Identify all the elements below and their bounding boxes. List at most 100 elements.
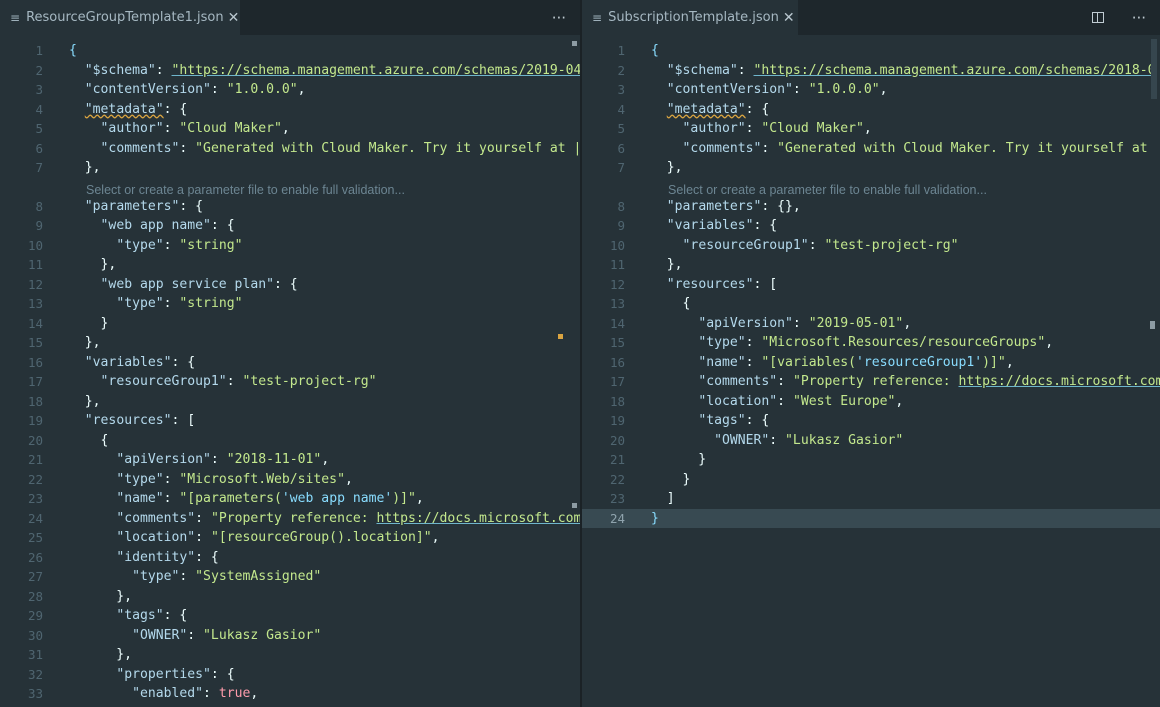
code-line[interactable]: 23 "name": "[parameters('web app name')]… bbox=[0, 489, 580, 509]
tab-label: SubscriptionTemplate.json bbox=[608, 10, 779, 25]
code-line[interactable]: 15 "type": "Microsoft.Resources/resource… bbox=[582, 333, 1160, 353]
line-number: 27 bbox=[27, 569, 43, 584]
line-number: 29 bbox=[27, 608, 43, 623]
code-line[interactable]: 1{ bbox=[582, 41, 1160, 61]
code-line[interactable]: 14 } bbox=[0, 314, 580, 334]
line-content: "comments": "Property reference: https:/… bbox=[698, 374, 1160, 389]
code-line[interactable]: 20 { bbox=[0, 431, 580, 451]
code-line[interactable]: 12 "resources": [ bbox=[582, 275, 1160, 295]
code-line[interactable]: 31 }, bbox=[0, 645, 580, 665]
code-line[interactable]: 24} bbox=[582, 508, 1160, 528]
line-content: "comments": "Property reference: https:/… bbox=[116, 510, 580, 526]
code-line[interactable]: 21 } bbox=[582, 450, 1160, 470]
code-line[interactable]: 27 "type": "SystemAssigned" bbox=[0, 567, 580, 587]
code-line[interactable]: 7 }, bbox=[0, 158, 580, 178]
code-line[interactable]: 2 "$schema": "https://schema.management.… bbox=[0, 61, 580, 81]
code-line[interactable]: 7 }, bbox=[582, 158, 1160, 178]
code-line[interactable]: 6 "comments": "Generated with Cloud Make… bbox=[0, 139, 580, 159]
line-content: "tags": { bbox=[698, 413, 770, 428]
code-line[interactable]: 18 }, bbox=[0, 392, 580, 412]
code-line[interactable]: 3 "contentVersion": "1.0.0.0", bbox=[582, 80, 1160, 100]
code-line[interactable]: 11 }, bbox=[582, 255, 1160, 275]
code-line[interactable]: 11 }, bbox=[0, 255, 580, 275]
more-actions-button[interactable]: ··· bbox=[552, 9, 566, 27]
code-line[interactable]: 1{ bbox=[0, 41, 580, 61]
validation-hint[interactable]: Select or create a parameter file to ena… bbox=[668, 181, 987, 200]
code-editor[interactable]: 1{2 "$schema": "https://schema.managemen… bbox=[0, 35, 580, 707]
code-line[interactable]: 21 "apiVersion": "2018-11-01", bbox=[0, 450, 580, 470]
code-line[interactable]: 5 "author": "Cloud Maker", bbox=[0, 119, 580, 139]
code-line[interactable]: 5 "author": "Cloud Maker", bbox=[582, 119, 1160, 139]
code-line[interactable]: 24 "comments": "Property reference: http… bbox=[0, 509, 580, 529]
split-editor-icon[interactable] bbox=[1091, 9, 1118, 27]
line-content: "type": "string" bbox=[116, 296, 243, 311]
code-line[interactable]: 4 "metadata": { bbox=[582, 100, 1160, 120]
code-line[interactable]: 29 "tags": { bbox=[0, 606, 580, 626]
line-content: } bbox=[651, 452, 707, 467]
code-line[interactable]: 19 "resources": [ bbox=[0, 411, 580, 431]
line-number: 3 bbox=[617, 82, 625, 97]
code-line[interactable]: 9 "variables": { bbox=[582, 216, 1160, 236]
overview-ruler-mark bbox=[572, 41, 577, 46]
line-number: 19 bbox=[27, 413, 43, 428]
more-actions-button[interactable]: ··· bbox=[1132, 9, 1146, 27]
line-content: "enabled": true, bbox=[132, 686, 259, 701]
overview-ruler-mark bbox=[558, 334, 563, 339]
code-line[interactable]: 16 "variables": { bbox=[0, 353, 580, 373]
code-line[interactable]: 30 "OWNER": "Lukasz Gasior" bbox=[0, 626, 580, 646]
code-line[interactable]: 13 { bbox=[582, 294, 1160, 314]
tab-resourcegrouptemplate[interactable]: ≡ ResourceGroupTemplate1.json ✕ bbox=[0, 0, 240, 35]
line-number: 8 bbox=[35, 198, 43, 214]
code-line[interactable]: 6 "comments": "Generated with Cloud Make… bbox=[582, 139, 1160, 159]
line-content: "web app name": { bbox=[100, 218, 235, 233]
line-number: 13 bbox=[609, 296, 625, 311]
line-content: "properties": { bbox=[116, 666, 235, 682]
code-line[interactable]: 16 "name": "[variables('resourceGroup1')… bbox=[582, 353, 1160, 373]
code-line[interactable]: 2 "$schema": "https://schema.management.… bbox=[582, 61, 1160, 81]
close-icon[interactable]: ✕ bbox=[228, 10, 240, 26]
code-line[interactable]: 22 "type": "Microsoft.Web/sites", bbox=[0, 470, 580, 490]
code-line[interactable]: 20 "OWNER": "Lukasz Gasior" bbox=[582, 431, 1160, 451]
scrollbar[interactable] bbox=[1146, 35, 1160, 707]
code-line[interactable]: 19 "tags": { bbox=[582, 411, 1160, 431]
line-content: } bbox=[651, 471, 691, 487]
code-line[interactable]: 17 "resourceGroup1": "test-project-rg" bbox=[0, 372, 580, 392]
line-number: 15 bbox=[27, 335, 43, 350]
code-line[interactable]: 26 "identity": { bbox=[0, 548, 580, 568]
tab-subscriptiontemplate[interactable]: ≡ SubscriptionTemplate.json ✕ bbox=[582, 0, 798, 35]
code-line[interactable]: 15 }, bbox=[0, 333, 580, 353]
scrollbar-thumb[interactable] bbox=[1151, 39, 1157, 99]
code-line[interactable]: 28 }, bbox=[0, 587, 580, 607]
line-content: "resources": [ bbox=[666, 276, 778, 292]
line-content: }, bbox=[69, 588, 133, 604]
code-line[interactable]: 23 ] bbox=[582, 489, 1160, 509]
code-line[interactable]: 13 "type": "string" bbox=[0, 294, 580, 314]
line-number: 26 bbox=[27, 549, 43, 565]
code-line[interactable]: 3 "contentVersion": "1.0.0.0", bbox=[0, 80, 580, 100]
code-line[interactable]: 17 "comments": "Property reference: http… bbox=[582, 372, 1160, 392]
validation-hint[interactable]: Select or create a parameter file to ena… bbox=[86, 181, 405, 200]
line-content: }, bbox=[651, 257, 683, 272]
code-line[interactable]: 32 "properties": { bbox=[0, 665, 580, 685]
line-content: } bbox=[651, 510, 659, 526]
line-number: 11 bbox=[609, 257, 625, 272]
code-line[interactable]: 10 "resourceGroup1": "test-project-rg" bbox=[582, 236, 1160, 256]
code-line[interactable]: 14 "apiVersion": "2019-05-01", bbox=[582, 314, 1160, 334]
code-line[interactable]: 18 "location": "West Europe", bbox=[582, 392, 1160, 412]
close-icon[interactable]: ✕ bbox=[783, 10, 795, 26]
line-number: 16 bbox=[609, 354, 625, 370]
line-number: 3 bbox=[35, 82, 43, 97]
code-line[interactable]: 12 "web app service plan": { bbox=[0, 275, 580, 295]
code-editor[interactable]: 1{2 "$schema": "https://schema.managemen… bbox=[582, 35, 1160, 707]
code-line[interactable]: 33 "enabled": true, bbox=[0, 684, 580, 704]
code-line[interactable]: 25 "location": "[resourceGroup().locatio… bbox=[0, 528, 580, 548]
code-line[interactable]: 22 } bbox=[582, 470, 1160, 490]
line-content: }, bbox=[69, 393, 101, 409]
line-number: 23 bbox=[609, 491, 625, 506]
code-line[interactable]: 10 "type": "string" bbox=[0, 236, 580, 256]
line-number: 5 bbox=[35, 121, 43, 136]
code-line[interactable]: 4 "metadata": { bbox=[0, 100, 580, 120]
scrollbar[interactable] bbox=[558, 35, 580, 707]
line-content: "web app service plan": { bbox=[100, 276, 298, 292]
code-line[interactable]: 9 "web app name": { bbox=[0, 216, 580, 236]
